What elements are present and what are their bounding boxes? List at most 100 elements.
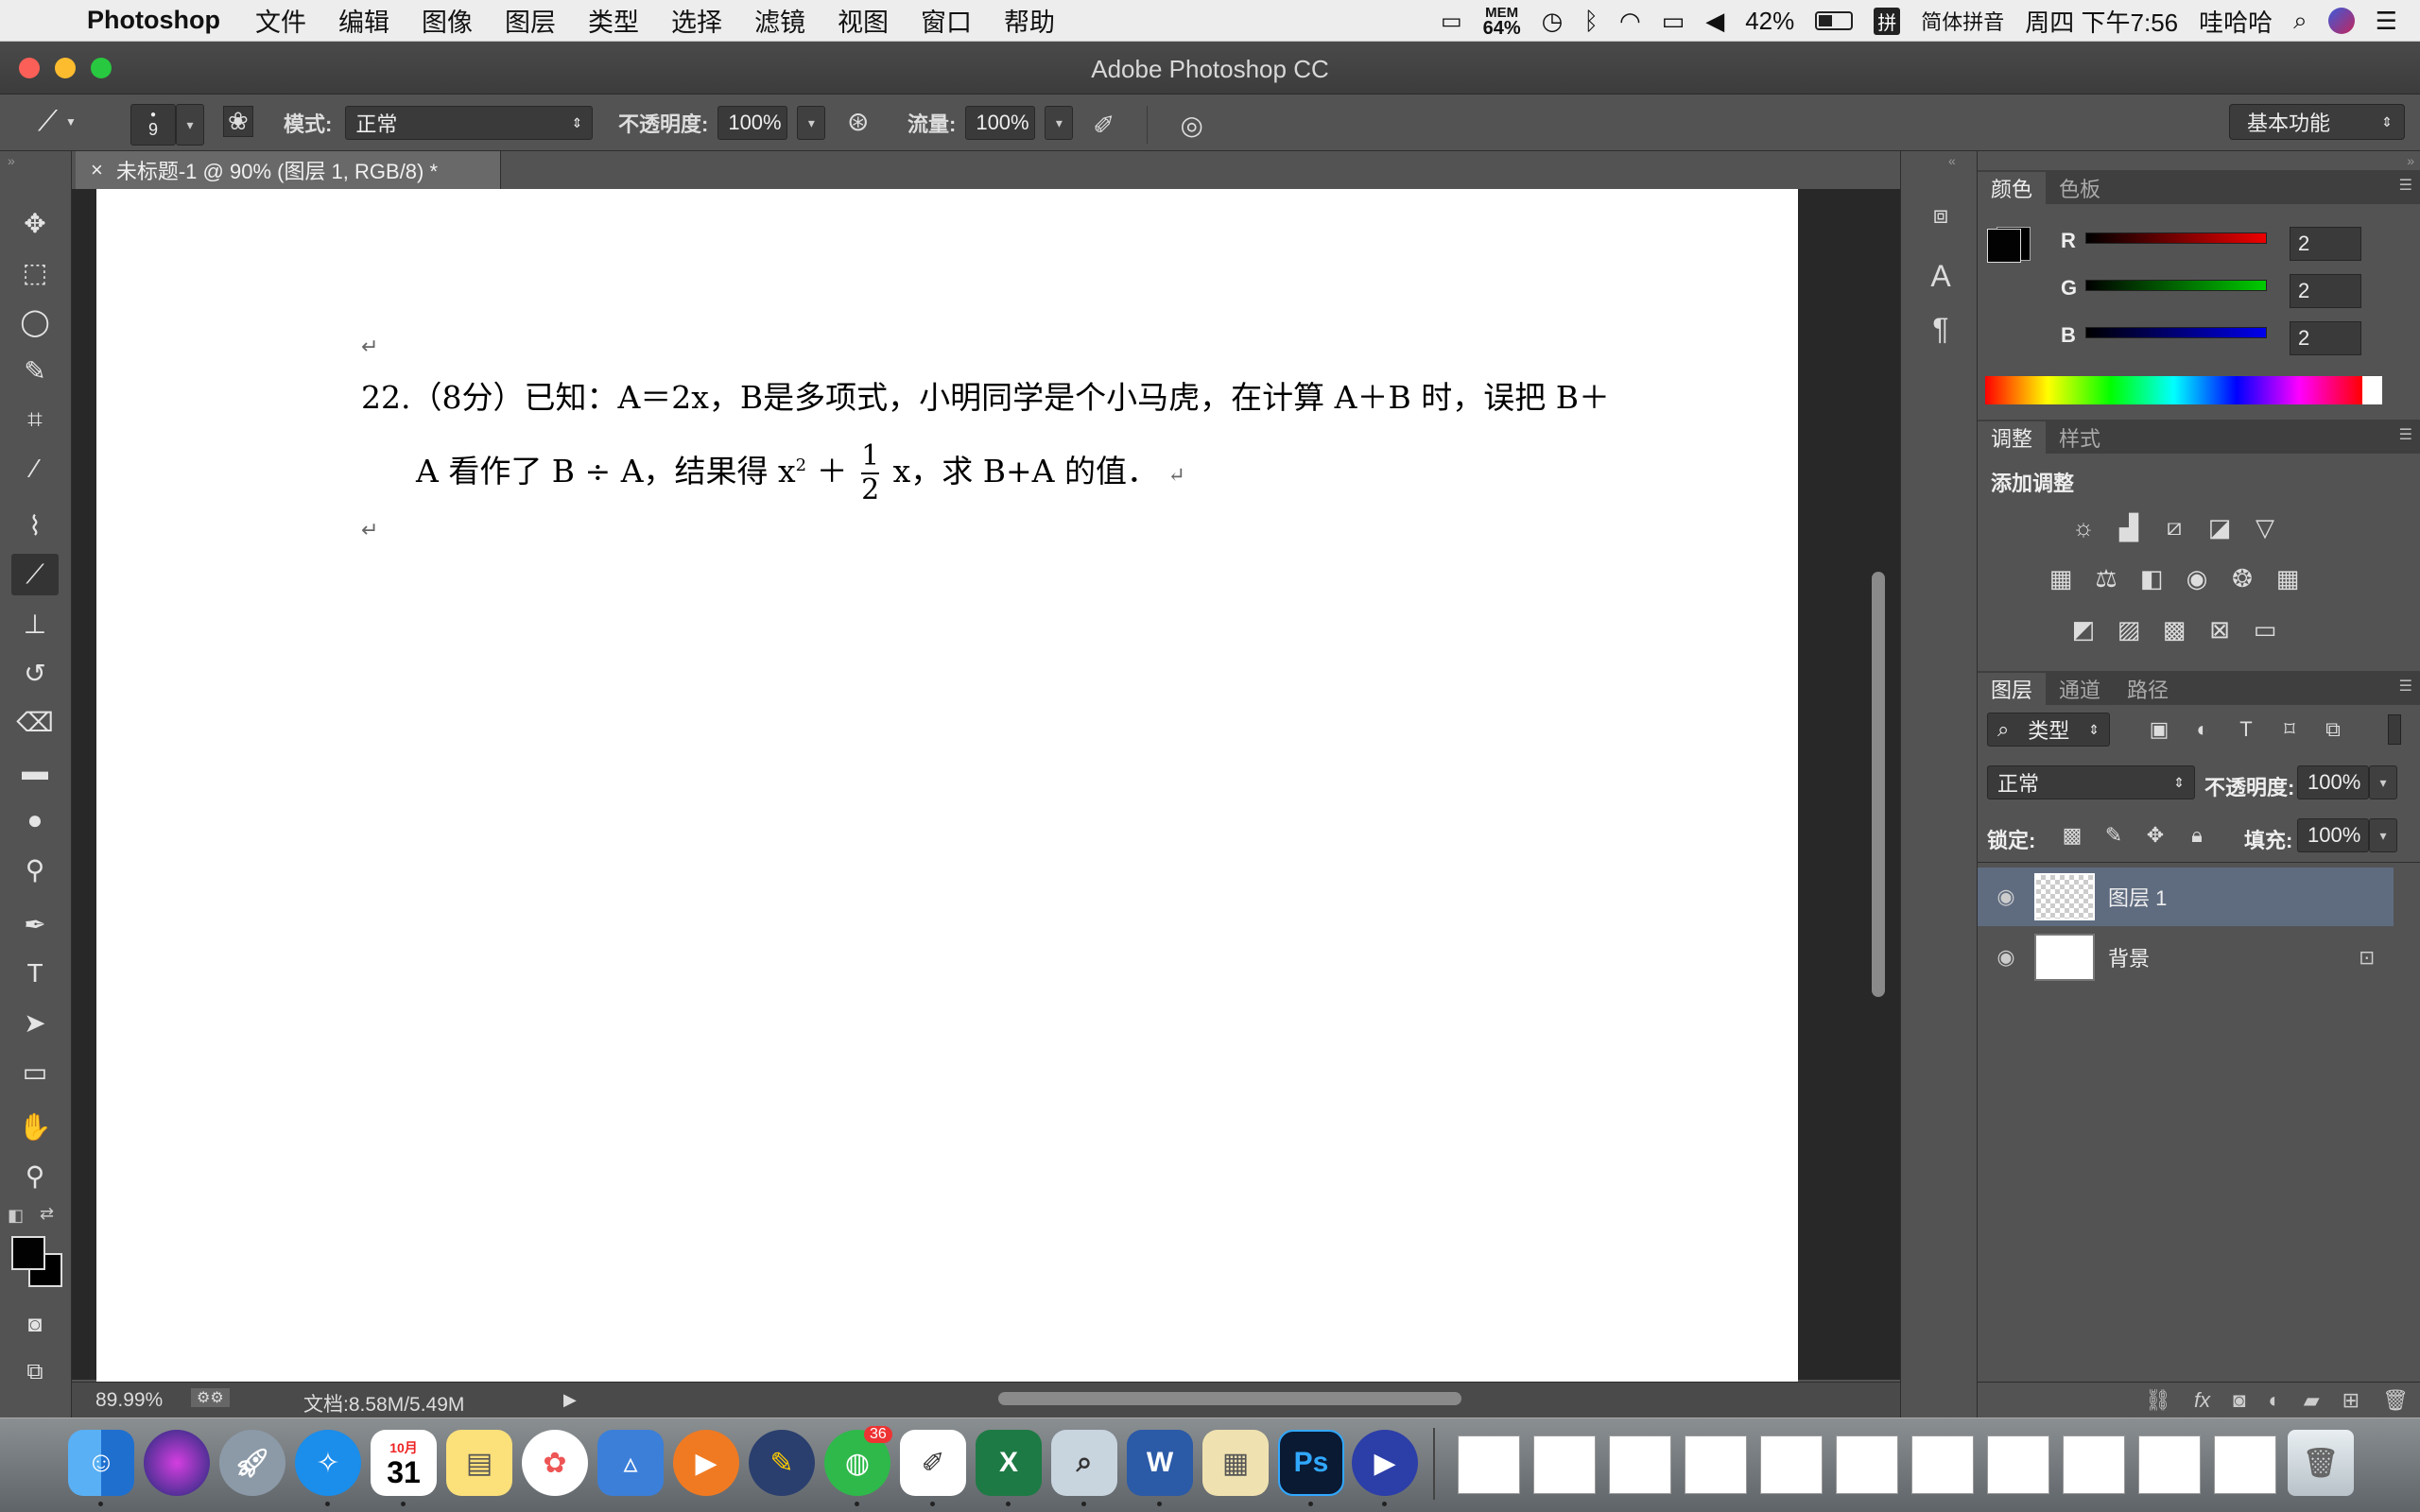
crop-tool-icon[interactable]: ⌗ (11, 399, 59, 440)
eye-icon[interactable]: ◉ (1978, 945, 2034, 970)
safari-icon[interactable]: ✧ (295, 1430, 361, 1496)
numbers-icon[interactable]: ▦ (1202, 1430, 1269, 1496)
zoom-level[interactable]: 89.99% (95, 1389, 163, 1412)
status-options-icon[interactable]: ⚙⚙ (191, 1388, 230, 1407)
tab-paths[interactable]: 路径 (2114, 673, 2182, 705)
fill-input[interactable]: 100% (2297, 818, 2369, 852)
3d-panel-icon[interactable]: ⧈ (1920, 195, 1962, 236)
exposure-icon[interactable]: ◪ (2203, 512, 2237, 542)
clone-stamp-tool-icon[interactable]: ⊥ (11, 603, 59, 644)
blue-slider[interactable] (2085, 327, 2267, 338)
red-slider[interactable] (2085, 232, 2267, 244)
notes-icon[interactable]: ▤ (446, 1430, 512, 1496)
green-slider[interactable] (2085, 280, 2267, 291)
healing-brush-tool-icon[interactable]: ⌇ (11, 505, 59, 546)
trash-dock-icon[interactable]: 🗑︎ (2288, 1430, 2354, 1496)
notification-center-icon[interactable]: ☰ (2376, 7, 2397, 36)
swap-colors-icon[interactable]: ⇄ (40, 1204, 54, 1224)
tab-swatches[interactable]: 色板 (2046, 172, 2114, 204)
filter-smart-object-icon[interactable]: ⧉ (2316, 714, 2350, 745)
pressure-size-icon[interactable]: ◎ (1180, 110, 1202, 141)
chevron-down-icon[interactable]: ▼ (65, 115, 77, 129)
hue-saturation-icon[interactable]: ▦ (2044, 563, 2078, 593)
green-value-input[interactable]: 2 (2290, 274, 2361, 308)
rectangle-tool-icon[interactable]: ▭ (11, 1051, 59, 1092)
move-tool-icon[interactable]: ✥ (11, 202, 59, 244)
siri-icon[interactable] (2327, 8, 2355, 34)
foreground-color-swatch[interactable] (11, 1236, 45, 1270)
layer-opacity-input[interactable]: 100% (2297, 765, 2369, 799)
layer-row-layer1[interactable]: ◉ 图层 1 (1978, 868, 2394, 926)
screen-recorder-icon[interactable]: ▶ (1352, 1430, 1418, 1496)
threshold-icon[interactable]: ▩ (2157, 614, 2191, 644)
opacity-input[interactable]: 100% (717, 106, 788, 140)
document-thumbnail[interactable] (2138, 1435, 2201, 1494)
color-lookup-icon[interactable]: ▦ (2271, 563, 2305, 593)
document-thumbnail[interactable] (1609, 1435, 1671, 1494)
menu-window[interactable]: 窗口 (905, 2, 988, 39)
fx-icon[interactable]: fx (2194, 1388, 2210, 1413)
tab-styles[interactable]: 样式 (2046, 421, 2114, 454)
screen-mode-icon[interactable]: ⧉ (11, 1351, 59, 1393)
close-tab-icon[interactable]: × (91, 158, 103, 182)
posterize-icon[interactable]: ▨ (2112, 614, 2146, 644)
history-brush-tool-icon[interactable]: ↺ (11, 652, 59, 694)
link-layers-icon[interactable]: ⛓ (2145, 1388, 2171, 1413)
menu-filter[interactable]: 滤镜 (738, 2, 821, 39)
siri-dock-icon[interactable] (144, 1430, 210, 1496)
bluetooth-icon[interactable]: ᛒ (1583, 7, 1599, 36)
battery-percent[interactable]: 42% (1745, 7, 1794, 36)
textedit-icon[interactable]: ✐ (900, 1430, 966, 1496)
launchpad-icon[interactable]: 🚀︎ (219, 1430, 285, 1496)
memory-chip-icon[interactable]: ▭ (1441, 8, 1462, 35)
filter-type-icon[interactable]: T (2229, 714, 2263, 745)
collapse-arrows-icon[interactable]: » (8, 153, 15, 168)
selective-color-icon[interactable]: ⊠ (2203, 614, 2237, 644)
music-player-icon[interactable]: ▶ (673, 1430, 739, 1496)
path-selection-tool-icon[interactable]: ➤ (11, 1002, 59, 1043)
brush-tool-icon[interactable]: ⟋ (11, 554, 59, 595)
clock[interactable]: 周四 下午7:56 (2025, 4, 2178, 39)
photo-filter-icon[interactable]: ◉ (2180, 563, 2214, 593)
eye-icon[interactable]: ◉ (1978, 885, 2034, 909)
document-tab[interactable]: × 未标题-1 @ 90% (图层 1, RGB/8) * (76, 151, 501, 189)
app-menu[interactable]: Photoshop (62, 6, 239, 35)
menu-edit[interactable]: 编辑 (322, 2, 406, 39)
blur-tool-icon[interactable]: ● (11, 799, 59, 841)
document-thumbnail[interactable] (2214, 1435, 2276, 1494)
quick-mask-icon[interactable]: ◙ (11, 1304, 59, 1346)
preview-icon[interactable]: ⌕ (1051, 1430, 1117, 1496)
channel-mixer-icon[interactable]: ❂ (2225, 563, 2259, 593)
marquee-tool-icon[interactable]: ⬚ (11, 251, 59, 293)
excel-icon[interactable]: X (976, 1430, 1042, 1496)
input-method-icon[interactable]: 拼 (1874, 7, 1901, 35)
flow-input[interactable]: 100% (965, 106, 1036, 140)
new-group-icon[interactable]: ▰ (2304, 1388, 2320, 1413)
layer-blend-mode-select[interactable]: 正常 ⇕ (1987, 765, 2195, 799)
eyedropper-tool-icon[interactable]: ⁄ (11, 448, 59, 490)
keynote-icon[interactable]: ▵ (597, 1430, 664, 1496)
spotlight-search-icon[interactable]: ⌕ (2293, 6, 2308, 36)
gradient-tool-icon[interactable]: ▬ (11, 750, 59, 792)
layer-opacity-dropdown[interactable]: ▾ (2369, 765, 2397, 799)
brush-size-dropdown[interactable]: ▾ (176, 104, 204, 146)
menu-view[interactable]: 视图 (821, 2, 905, 39)
filter-toggle[interactable] (2388, 714, 2401, 745)
quick-select-tool-icon[interactable]: ✎ (11, 350, 59, 391)
workspace-switcher[interactable]: 基本功能 ⇕ (2229, 104, 2405, 140)
brush-panel-toggle-icon[interactable]: ❀ (223, 106, 253, 137)
battery-icon[interactable] (1815, 11, 1854, 30)
add-mask-icon[interactable]: ◙ (2233, 1388, 2245, 1413)
tab-layers[interactable]: 图层 (1978, 673, 2047, 705)
levels-icon[interactable]: ▟ (2112, 512, 2146, 542)
lock-all-icon[interactable]: 🔒︎ (2180, 820, 2214, 850)
memory-monitor[interactable]: MEM 64% (1483, 6, 1521, 39)
brush-size-picker[interactable]: ● 9 (130, 104, 176, 146)
filter-shape-icon[interactable]: ⌑ (2273, 714, 2307, 745)
brush-preset-icon[interactable]: ⟋ (38, 106, 58, 138)
document-thumbnail[interactable] (1533, 1435, 1596, 1494)
color-panel-foreground-swatch[interactable] (1987, 229, 2021, 263)
menu-file[interactable]: 文件 (239, 2, 322, 39)
type-tool-icon[interactable]: T (11, 953, 59, 994)
filter-adjustment-icon[interactable]: ◐ (2186, 714, 2220, 745)
